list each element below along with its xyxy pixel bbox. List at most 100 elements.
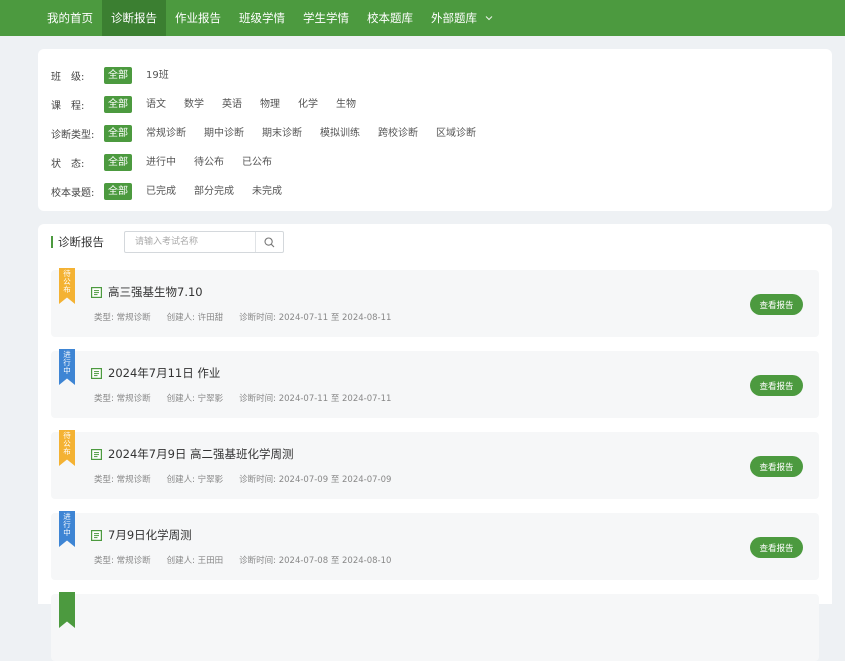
filter-option[interactable]: 跨校诊断 (374, 125, 422, 142)
status-ribbon (59, 592, 75, 628)
filter-row: 班 级: 全部 19班 (51, 61, 832, 90)
report-list-panel: 诊断报告 待公布高三强基生物7.10类型: 常规诊断创建人: 许田甜诊断时间: … (38, 224, 832, 661)
nav-item-home[interactable]: 我的首页 (38, 0, 102, 36)
report-item: 待公布 高三强基生物7.10 类型: 常规诊断 创建人: 许田甜 诊断时间: 2024-… (51, 268, 819, 337)
document-icon (91, 530, 102, 541)
filter-option[interactable]: 语文 (142, 96, 170, 113)
report-period: 诊断时间: 2024-07-11 至 2024-08-11 (239, 313, 392, 323)
nav-item-class-analytics[interactable]: 班级学情 (230, 0, 294, 36)
filter-option[interactable]: 期中诊断 (200, 125, 248, 142)
chevron-down-icon (485, 16, 493, 21)
report-creator: 创建人: 王田田 (166, 556, 224, 566)
nav-item-homework-report[interactable]: 作业报告 (166, 0, 230, 36)
search-button[interactable] (255, 232, 283, 252)
filter-option[interactable]: 生物 (332, 96, 360, 113)
view-report-button[interactable]: 查看报告 (750, 375, 803, 396)
report-item: 进行中 7月9日化学周测类型: 常规诊断 创建人: 王田田 诊断时间: 2024-07… (51, 511, 819, 580)
report-type: 类型: 常规诊断 (94, 475, 151, 485)
view-report-button[interactable]: 查看报告 (750, 294, 803, 315)
report-meta: 类型: 常规诊断 创建人: 宁翠影 诊断时间: 2024-07-11 至 2024-… (94, 392, 407, 404)
search-box (124, 231, 284, 253)
search-input[interactable] (125, 232, 255, 252)
title-accent-bar (51, 236, 53, 248)
report-item-partial (51, 592, 819, 661)
report-type: 类型: 常规诊断 (94, 556, 151, 566)
filter-option[interactable]: 化学 (294, 96, 322, 113)
filter-option[interactable]: 全部 (104, 125, 132, 142)
report-item: 进行中 2024年7月11日 作业类型: 常规诊断 创建人: 宁翠影 诊断时间: 20… (51, 349, 819, 418)
filter-option[interactable]: 部分完成 (190, 183, 238, 200)
filter-option[interactable]: 待公布 (190, 154, 228, 171)
report-item: 待公布 2024年7月9日 高二强基班化学周测类型: 常规诊断 创建人: 宁翠影 诊断… (51, 430, 819, 499)
nav-item-label: 班级学情 (239, 11, 285, 25)
filter-label: 状 态: (51, 159, 85, 170)
top-nav: 我的首页 诊断报告 作业报告 班级学情 学生学情 校本题库 外部题库 (0, 0, 845, 36)
nav-item-external-question-bank[interactable]: 外部题库 (422, 0, 502, 36)
filter-option[interactable]: 期末诊断 (258, 125, 306, 142)
nav-item-student-analytics[interactable]: 学生学情 (294, 0, 358, 36)
nav-item-school-question-bank[interactable]: 校本题库 (358, 0, 422, 36)
nav-item-label: 外部题库 (431, 11, 477, 25)
filter-row: 校本录题: 全部 已完成 部分完成 未完成 (51, 177, 832, 206)
filter-label: 诊断类型: (51, 130, 95, 141)
status-char: 布 (63, 447, 71, 456)
report-name[interactable]: 7月9日化学周测 (108, 527, 192, 543)
search-icon (264, 236, 275, 247)
filter-panel: 班 级: 全部 19班课 程: 全部 语文 数学 英语 物理 化学 生物 诊断类型: 全部 常规诊断 期中… (38, 49, 832, 211)
status-ribbon: 进行中 (59, 511, 75, 547)
report-list-header: 诊断报告 (51, 231, 284, 253)
filter-option[interactable]: 数学 (180, 96, 208, 113)
filter-option[interactable]: 区域诊断 (432, 125, 480, 142)
report-meta: 类型: 常规诊断 创建人: 许田甜 诊断时间: 2024-07-11 至 2024-… (94, 311, 407, 323)
filter-option[interactable]: 全部 (104, 67, 132, 84)
filter-option[interactable]: 全部 (104, 183, 132, 200)
view-report-button[interactable]: 查看报告 (750, 456, 803, 477)
filter-option[interactable]: 未完成 (248, 183, 286, 200)
filter-option[interactable]: 常规诊断 (142, 125, 190, 142)
nav-item-label: 我的首页 (47, 11, 93, 25)
nav-item-label: 学生学情 (303, 11, 349, 25)
report-type: 类型: 常规诊断 (94, 313, 151, 323)
status-ribbon: 进行中 (59, 349, 75, 385)
nav-item-diagnosis-report[interactable]: 诊断报告 (102, 0, 166, 36)
nav-item-label: 诊断报告 (111, 11, 157, 25)
filter-option[interactable]: 全部 (104, 154, 132, 171)
report-period: 诊断时间: 2024-07-08 至 2024-08-10 (239, 556, 392, 566)
filter-row: 课 程: 全部 语文 数学 英语 物理 化学 生物 (51, 90, 832, 119)
report-list-title: 诊断报告 (58, 235, 104, 249)
report-name[interactable]: 2024年7月11日 作业 (108, 365, 220, 381)
filter-label: 课 程: (51, 101, 85, 112)
document-icon (91, 449, 102, 460)
report-name[interactable]: 2024年7月9日 高二强基班化学周测 (108, 446, 294, 462)
status-ribbon: 待公布 (59, 268, 75, 304)
report-period: 诊断时间: 2024-07-11 至 2024-07-11 (239, 394, 392, 404)
filter-option[interactable]: 已完成 (142, 183, 180, 200)
report-meta: 类型: 常规诊断 创建人: 王田田 诊断时间: 2024-07-08 至 2024-… (94, 554, 407, 566)
status-char: 布 (63, 285, 71, 294)
filter-row: 状 态: 全部 进行中 待公布 已公布 (51, 148, 832, 177)
report-creator: 创建人: 许田甜 (166, 313, 224, 323)
filter-option[interactable]: 19班 (142, 67, 173, 84)
status-char: 中 (63, 366, 71, 375)
filter-option[interactable]: 已公布 (238, 154, 276, 171)
filter-option[interactable]: 模拟训练 (316, 125, 364, 142)
filter-label: 班 级: (51, 72, 85, 83)
filter-option[interactable]: 物理 (256, 96, 284, 113)
report-creator: 创建人: 宁翠影 (166, 394, 224, 404)
status-ribbon: 待公布 (59, 430, 75, 466)
report-name[interactable]: 高三强基生物7.10 (108, 284, 203, 300)
nav-item-label: 作业报告 (175, 11, 221, 25)
report-meta: 类型: 常规诊断 创建人: 宁翠影 诊断时间: 2024-07-09 至 2024-… (94, 473, 407, 485)
document-icon (91, 368, 102, 379)
filter-label: 校本录题: (51, 188, 95, 199)
view-report-button[interactable]: 查看报告 (750, 537, 803, 558)
report-period: 诊断时间: 2024-07-09 至 2024-07-09 (239, 475, 392, 485)
report-type: 类型: 常规诊断 (94, 394, 151, 404)
report-creator: 创建人: 宁翠影 (166, 475, 224, 485)
filter-row: 诊断类型: 全部 常规诊断 期中诊断 期末诊断 模拟训练 跨校诊断 区域诊断 (51, 119, 832, 148)
filter-option[interactable]: 全部 (104, 96, 132, 113)
filter-option[interactable]: 英语 (218, 96, 246, 113)
status-char: 中 (63, 528, 71, 537)
filter-option[interactable]: 进行中 (142, 154, 180, 171)
nav-item-label: 校本题库 (367, 11, 413, 25)
